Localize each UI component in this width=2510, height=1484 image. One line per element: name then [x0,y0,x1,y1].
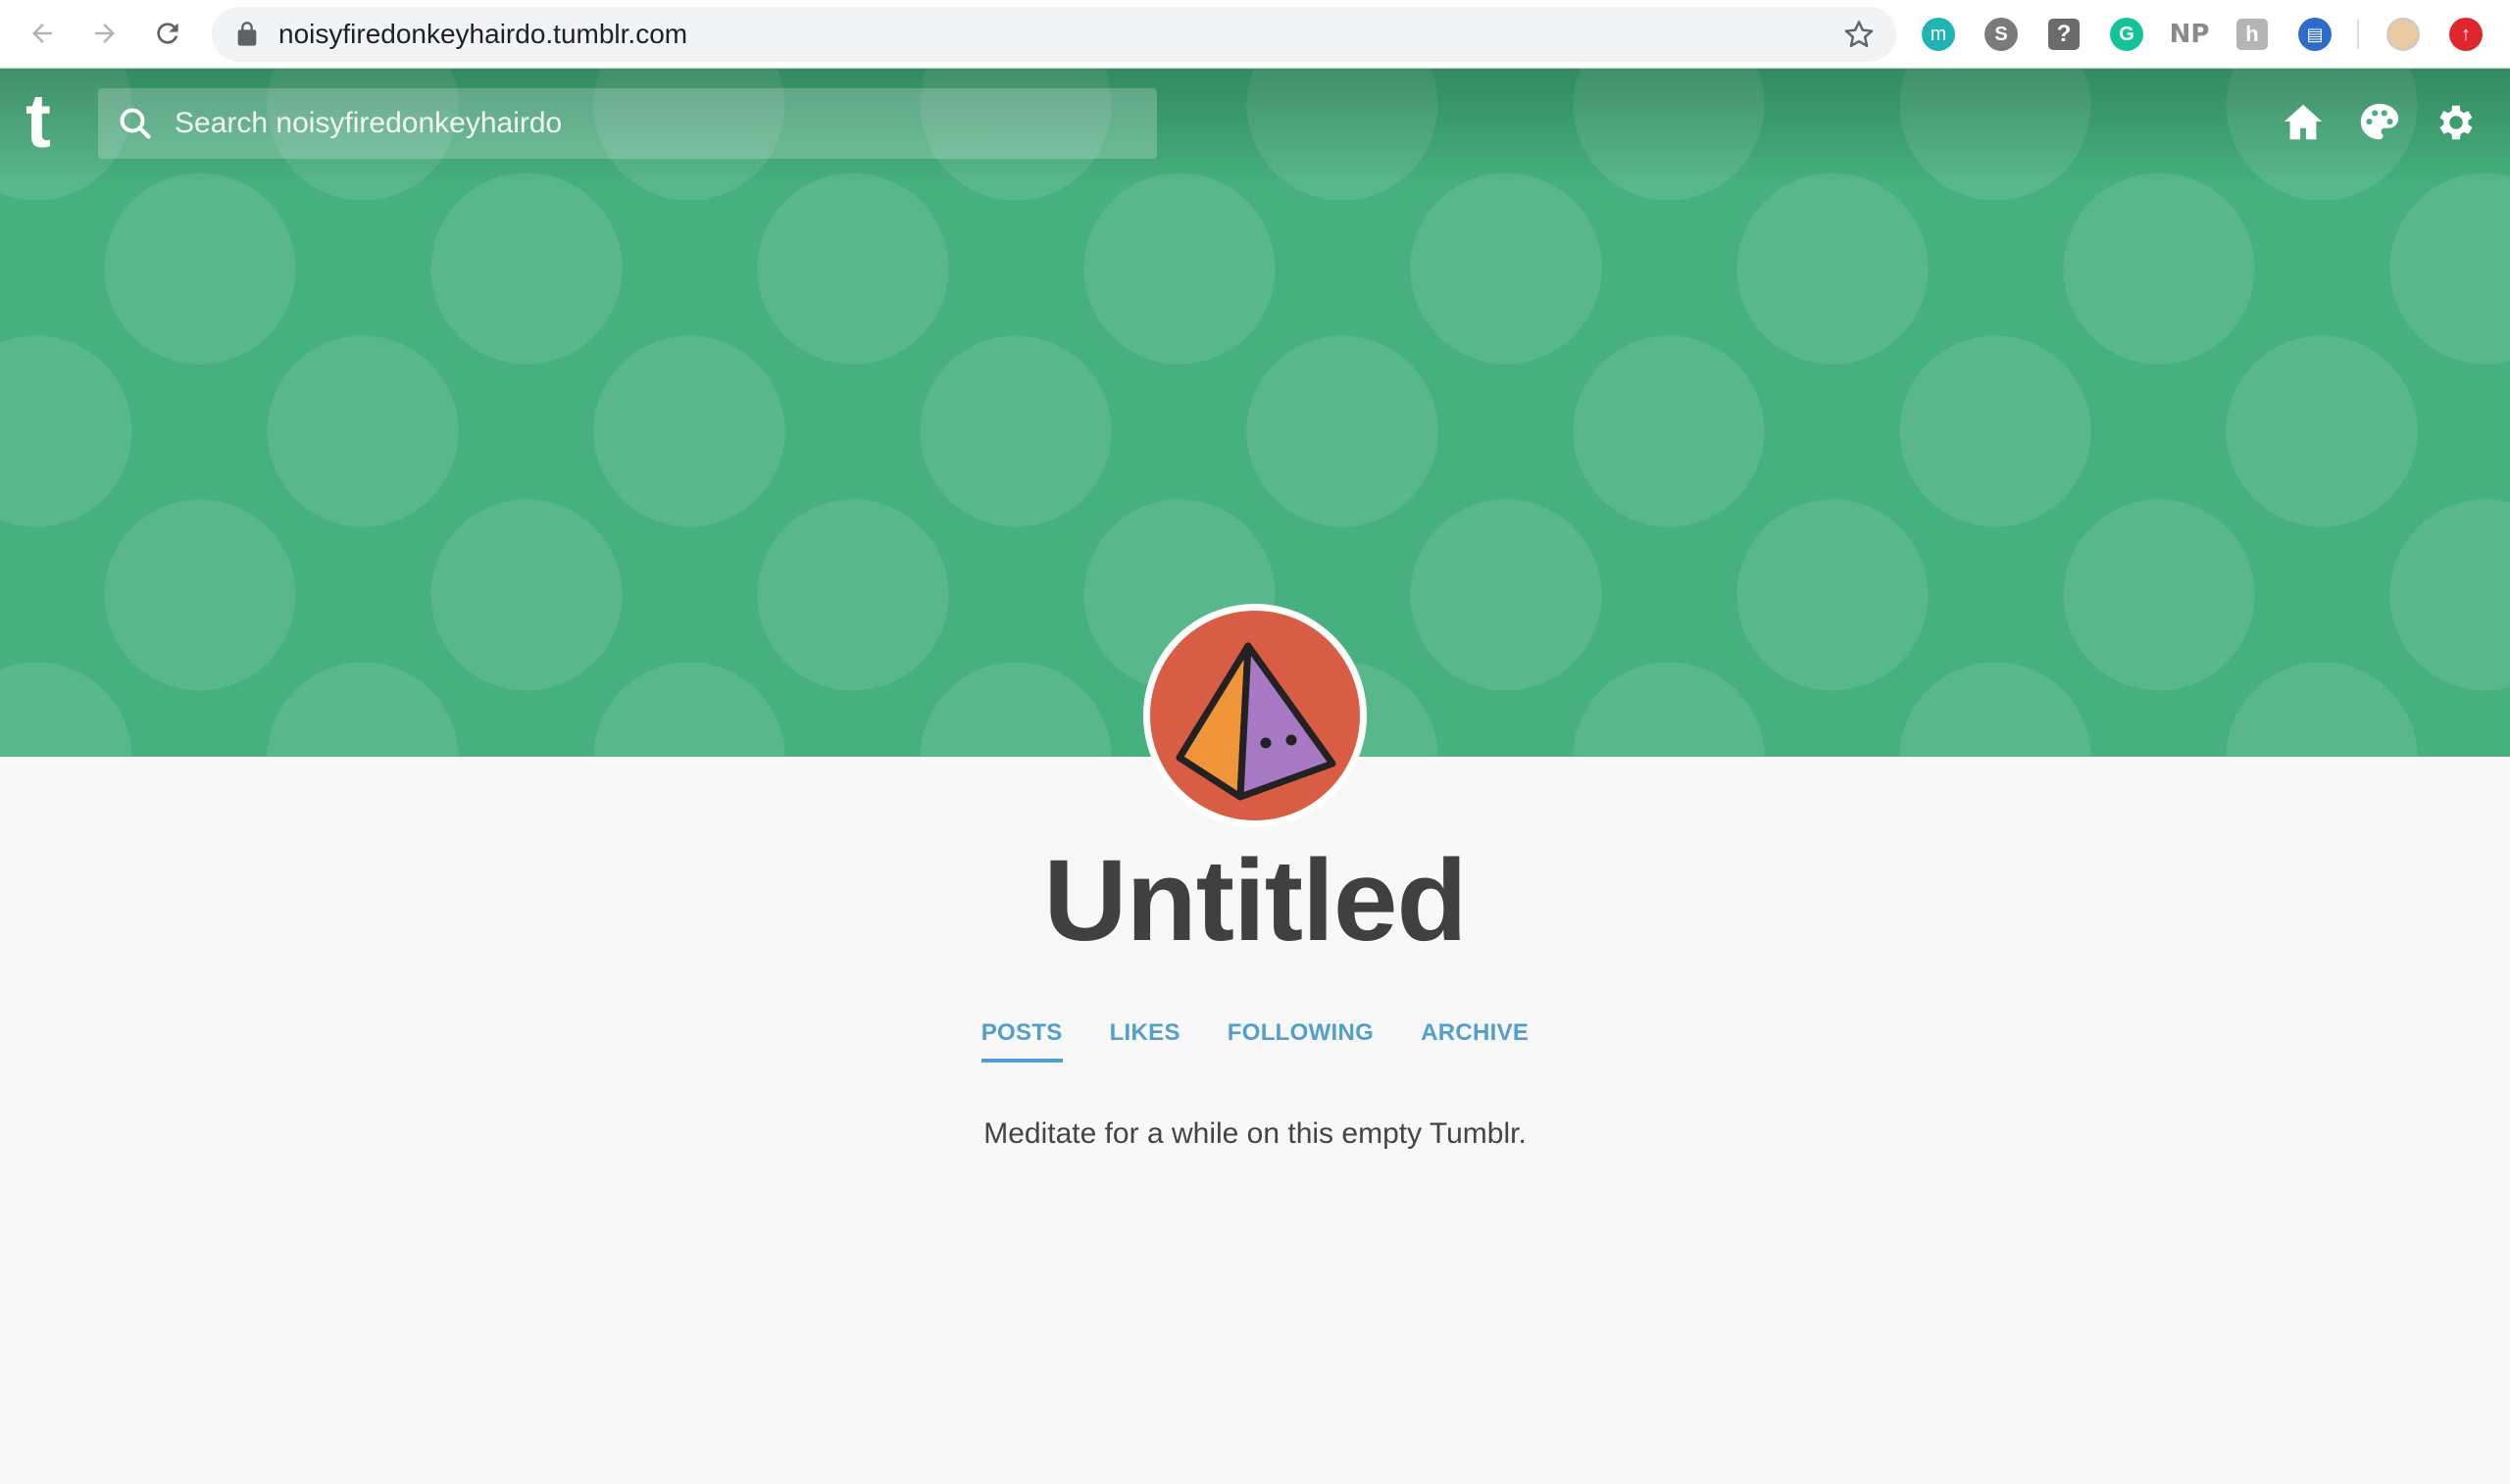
profile-avatar-icon[interactable] [2384,16,2422,53]
star-icon[interactable] [1843,19,1875,50]
home-icon[interactable] [2281,100,2326,145]
tumblr-logo-icon[interactable]: t [25,82,71,159]
tab-posts[interactable]: POSTS [980,1019,1063,1063]
toolbar-divider [2357,20,2359,49]
blog-search-box[interactable] [98,88,1157,159]
palette-icon[interactable] [2357,100,2402,145]
back-button[interactable] [20,11,65,56]
search-input[interactable] [175,88,1135,159]
reload-button[interactable] [145,11,190,56]
arrow-left-icon [32,24,52,43]
tab-following[interactable]: FOLLOWING [1228,1019,1374,1063]
blog-nav-tabs: POSTS LIKES FOLLOWING ARCHIVE [0,1019,2510,1063]
blog-avatar[interactable] [1143,604,1367,827]
docs-extension-icon[interactable]: ▤ [2296,16,2334,53]
arrow-right-icon [95,24,115,43]
forward-button[interactable] [82,11,127,56]
gear-icon[interactable] [2434,100,2479,145]
h-extension-icon[interactable]: h [2234,16,2271,53]
search-icon [120,108,151,139]
lock-icon [237,22,257,46]
avatar-inner [1150,611,1360,820]
reload-icon [157,23,178,44]
blog-title: Untitled [1043,836,1467,965]
update-extension-icon[interactable]: ↑ [2447,16,2485,53]
question-extension-icon[interactable]: ? [2045,16,2083,53]
np-extension-icon[interactable]: NP [2170,16,2210,53]
skype-extension-icon[interactable]: S [1983,16,2020,53]
tab-archive[interactable]: ARCHIVE [1421,1019,1529,1063]
m-extension-icon[interactable]: m [1920,16,1957,53]
grammarly-extension-icon[interactable]: G [2108,16,2145,53]
url-text[interactable]: noisyfiredonkeyhairdo.tumblr.com [278,7,687,62]
pyramid-avatar-icon [1176,642,1336,801]
browser-toolbar: noisyfiredonkeyhairdo.tumblr.com m S ? G… [0,0,2510,69]
tab-likes[interactable]: LIKES [1110,1019,1180,1063]
empty-blog-message: Meditate for a while on this empty Tumbl… [983,1117,1527,1150]
address-bar[interactable]: noisyfiredonkeyhairdo.tumblr.com [212,7,1896,62]
